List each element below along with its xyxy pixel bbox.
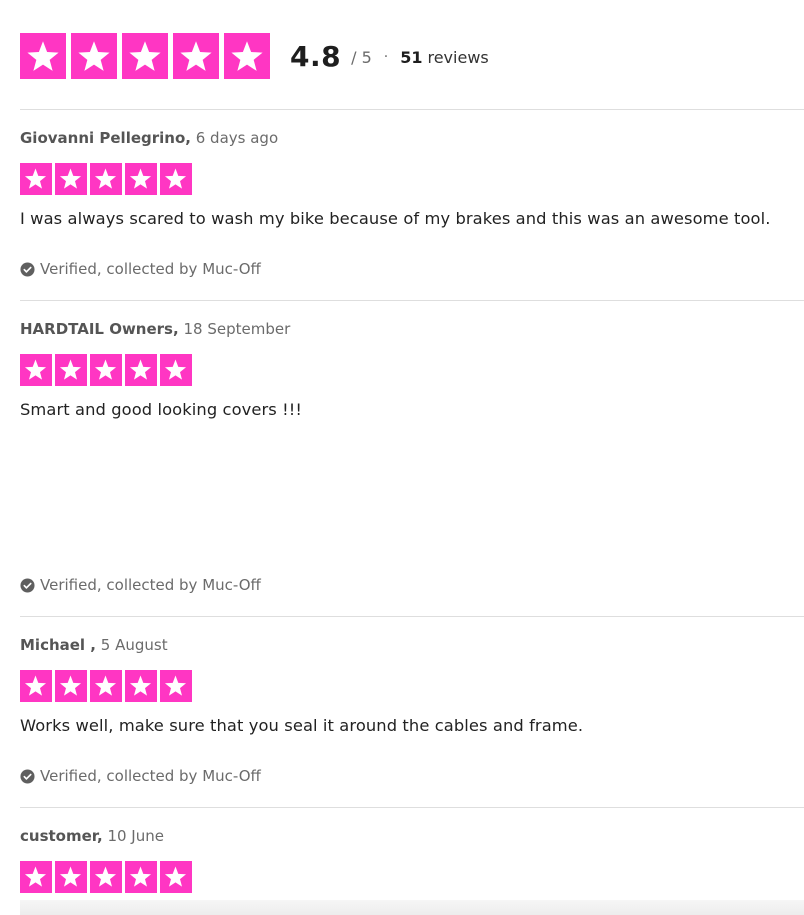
star-icon xyxy=(90,354,122,386)
star-icon xyxy=(160,354,192,386)
verified-label: Verified, collected by Muc-Off xyxy=(40,767,261,785)
review-header: Michael , 5 August xyxy=(20,636,804,654)
check-circle-icon xyxy=(20,768,35,784)
review-text: I was always scared to wash my bike beca… xyxy=(20,208,771,228)
review-text: Works well, make sure that you seal it a… xyxy=(20,715,584,735)
scroll-fade xyxy=(20,900,804,915)
review-item: customer, 10 June xyxy=(20,827,804,897)
divider xyxy=(20,300,804,301)
star-icon xyxy=(125,861,157,893)
star-icon xyxy=(90,861,122,893)
star-icon xyxy=(55,670,87,702)
star-icon xyxy=(20,163,52,195)
average-score: 4.8 xyxy=(290,39,342,73)
review-author: customer, xyxy=(20,827,103,845)
review-item: Michael , 5 August Works well, make sure… xyxy=(20,636,804,806)
star-icon xyxy=(90,163,122,195)
review-date: 6 days ago xyxy=(195,129,279,147)
review-author: HARDTAIL Owners, xyxy=(20,320,179,338)
review-date: 18 September xyxy=(183,320,291,338)
check-circle-icon xyxy=(20,577,35,593)
star-icon xyxy=(90,670,122,702)
review-date: 10 June xyxy=(107,827,164,845)
verified-label: Verified, collected by Muc-Off xyxy=(40,576,261,594)
star-icon xyxy=(71,33,117,79)
star-icon xyxy=(160,670,192,702)
star-icon xyxy=(160,163,192,195)
review-stars xyxy=(20,354,804,386)
star-icon xyxy=(55,861,87,893)
verified-badge: Verified, collected by Muc-Off xyxy=(20,576,261,594)
check-circle-icon xyxy=(20,261,35,277)
star-icon xyxy=(224,33,270,79)
star-icon xyxy=(160,861,192,893)
verified-badge: Verified, collected by Muc-Off xyxy=(20,260,261,278)
review-count[interactable]: 51 xyxy=(400,48,422,67)
review-text: Smart and good looking covers !!! xyxy=(20,399,303,419)
divider xyxy=(20,616,804,617)
review-item: HARDTAIL Owners, 18 September Smart and … xyxy=(20,320,804,615)
reviews-widget: 4.8 / 5 · 51 reviews Giovanni Pellegrino… xyxy=(0,0,804,915)
star-icon xyxy=(20,33,66,79)
star-icon xyxy=(55,354,87,386)
star-icon xyxy=(20,670,52,702)
review-header: Giovanni Pellegrino, 6 days ago xyxy=(20,129,804,147)
star-icon xyxy=(122,33,168,79)
summary-stars xyxy=(20,33,270,79)
review-header: customer, 10 June xyxy=(20,827,804,845)
star-icon xyxy=(125,163,157,195)
star-icon xyxy=(125,670,157,702)
star-icon xyxy=(55,163,87,195)
rating-summary: 4.8 / 5 · 51 reviews xyxy=(20,33,489,79)
review-author: Michael , xyxy=(20,636,96,654)
star-icon xyxy=(20,861,52,893)
score-max: / 5 xyxy=(351,47,372,67)
separator-dot: · xyxy=(383,49,389,65)
review-stars xyxy=(20,163,804,195)
review-stars xyxy=(20,861,804,893)
divider xyxy=(20,109,804,110)
verified-label: Verified, collected by Muc-Off xyxy=(40,260,261,278)
review-date: 5 August xyxy=(100,636,168,654)
review-count-label[interactable]: reviews xyxy=(427,48,488,67)
review-header: HARDTAIL Owners, 18 September xyxy=(20,320,804,338)
review-item: Giovanni Pellegrino, 6 days ago I was al… xyxy=(20,129,804,299)
verified-badge: Verified, collected by Muc-Off xyxy=(20,767,261,785)
divider xyxy=(20,807,804,808)
star-icon xyxy=(173,33,219,79)
review-stars xyxy=(20,670,804,702)
star-icon xyxy=(125,354,157,386)
review-author: Giovanni Pellegrino, xyxy=(20,129,191,147)
star-icon xyxy=(20,354,52,386)
